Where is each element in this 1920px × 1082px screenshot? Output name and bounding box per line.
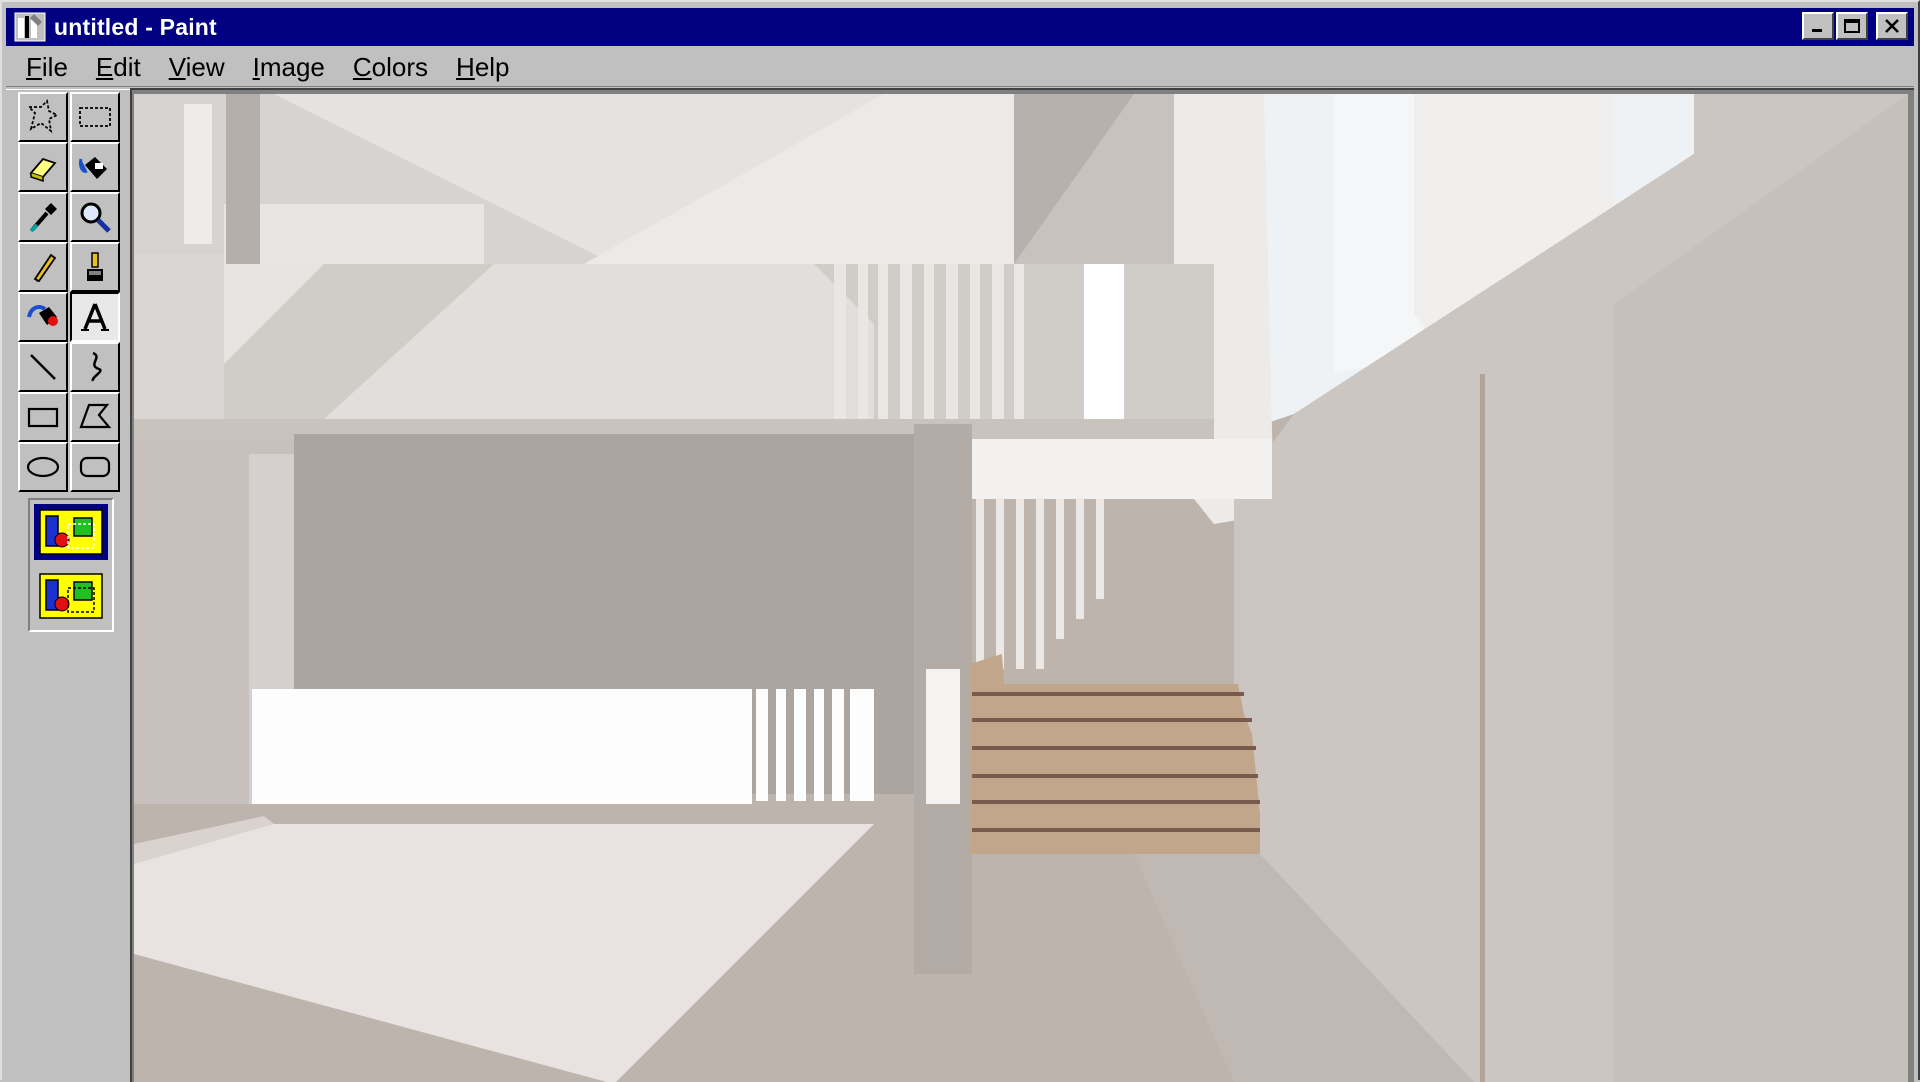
brush-icon <box>87 252 103 281</box>
pick-color-tool[interactable] <box>18 192 68 242</box>
menu-bar: File Edit View Image Colors Help <box>6 48 524 86</box>
magnifier-tool[interactable] <box>70 192 120 242</box>
rect-select-icon <box>79 107 111 127</box>
free-form-select-tool[interactable] <box>18 92 68 142</box>
minimize-icon <box>1812 29 1822 32</box>
text-icon <box>81 303 109 331</box>
brush-tool[interactable] <box>70 242 120 292</box>
airbrush-icon <box>27 305 58 326</box>
menu-view-label: iew <box>185 52 225 82</box>
maximize-icon <box>1844 19 1860 33</box>
menu-edit-accel: E <box>95 52 114 82</box>
rect-select-tool[interactable] <box>70 92 120 142</box>
opaque-background-option[interactable] <box>34 504 108 560</box>
menu-image[interactable]: Image <box>239 49 339 85</box>
menu-help[interactable]: Help <box>442 49 523 85</box>
rectangle-tool[interactable] <box>18 392 68 442</box>
fill-bucket-icon <box>79 157 107 179</box>
polygon-icon <box>79 403 112 429</box>
tool-box <box>6 88 130 1082</box>
transparent-background-option[interactable] <box>34 568 108 624</box>
color-picker-icon <box>29 203 57 233</box>
window-title: untitled - Paint <box>54 13 217 40</box>
maximize-button[interactable] <box>1836 12 1868 40</box>
airbrush-tool[interactable] <box>18 292 68 342</box>
opaque-background-icon <box>39 509 103 555</box>
menu-image-label: mage <box>259 52 325 82</box>
line-tool[interactable] <box>18 342 68 392</box>
line-icon <box>30 354 56 380</box>
curve-icon <box>91 351 102 382</box>
ellipse-icon <box>26 456 60 478</box>
menu-colors-accel: C <box>352 52 372 82</box>
menu-image-accel: I <box>252 52 260 82</box>
minimize-button[interactable] <box>1802 12 1834 40</box>
transparent-background-icon <box>39 573 103 619</box>
eraser-icon <box>29 157 57 183</box>
menu-colors-label: olors <box>371 52 429 82</box>
close-button[interactable] <box>1876 12 1908 40</box>
menu-colors[interactable]: Colors <box>339 49 442 85</box>
text-tool[interactable] <box>70 292 120 342</box>
title-bar[interactable]: untitled - Paint <box>6 8 1914 46</box>
paint-window: untitled - Paint File Edit View Image Co… <box>0 0 1920 1082</box>
fill-tool[interactable] <box>70 142 120 192</box>
menu-edit[interactable]: Edit <box>82 49 155 85</box>
menu-view-accel: V <box>168 52 186 82</box>
tool-options-box <box>28 498 114 632</box>
menu-file-label: ile <box>41 52 68 82</box>
painted-scene <box>134 94 1908 1082</box>
pencil-icon <box>33 253 57 283</box>
paint-app-icon[interactable] <box>14 12 46 42</box>
ellipse-tool[interactable] <box>18 442 68 492</box>
pencil-tool[interactable] <box>18 242 68 292</box>
menu-help-accel: H <box>456 52 475 82</box>
magnifier-icon <box>80 202 111 233</box>
curve-tool[interactable] <box>70 342 120 392</box>
rounded-rect-tool[interactable] <box>70 442 120 492</box>
rectangle-icon <box>27 407 59 428</box>
menu-edit-label: dit <box>113 52 141 82</box>
close-icon <box>1885 19 1899 33</box>
menu-file[interactable]: File <box>6 49 82 85</box>
rounded-rect-icon <box>79 456 111 478</box>
menu-view[interactable]: View <box>155 49 239 85</box>
menu-help-label: elp <box>474 52 510 82</box>
polygon-tool[interactable] <box>70 392 120 442</box>
eraser-tool[interactable] <box>18 142 68 192</box>
menu-file-accel: F <box>26 52 42 82</box>
free-form-select-icon <box>26 99 60 134</box>
drawing-canvas[interactable] <box>134 94 1908 1082</box>
